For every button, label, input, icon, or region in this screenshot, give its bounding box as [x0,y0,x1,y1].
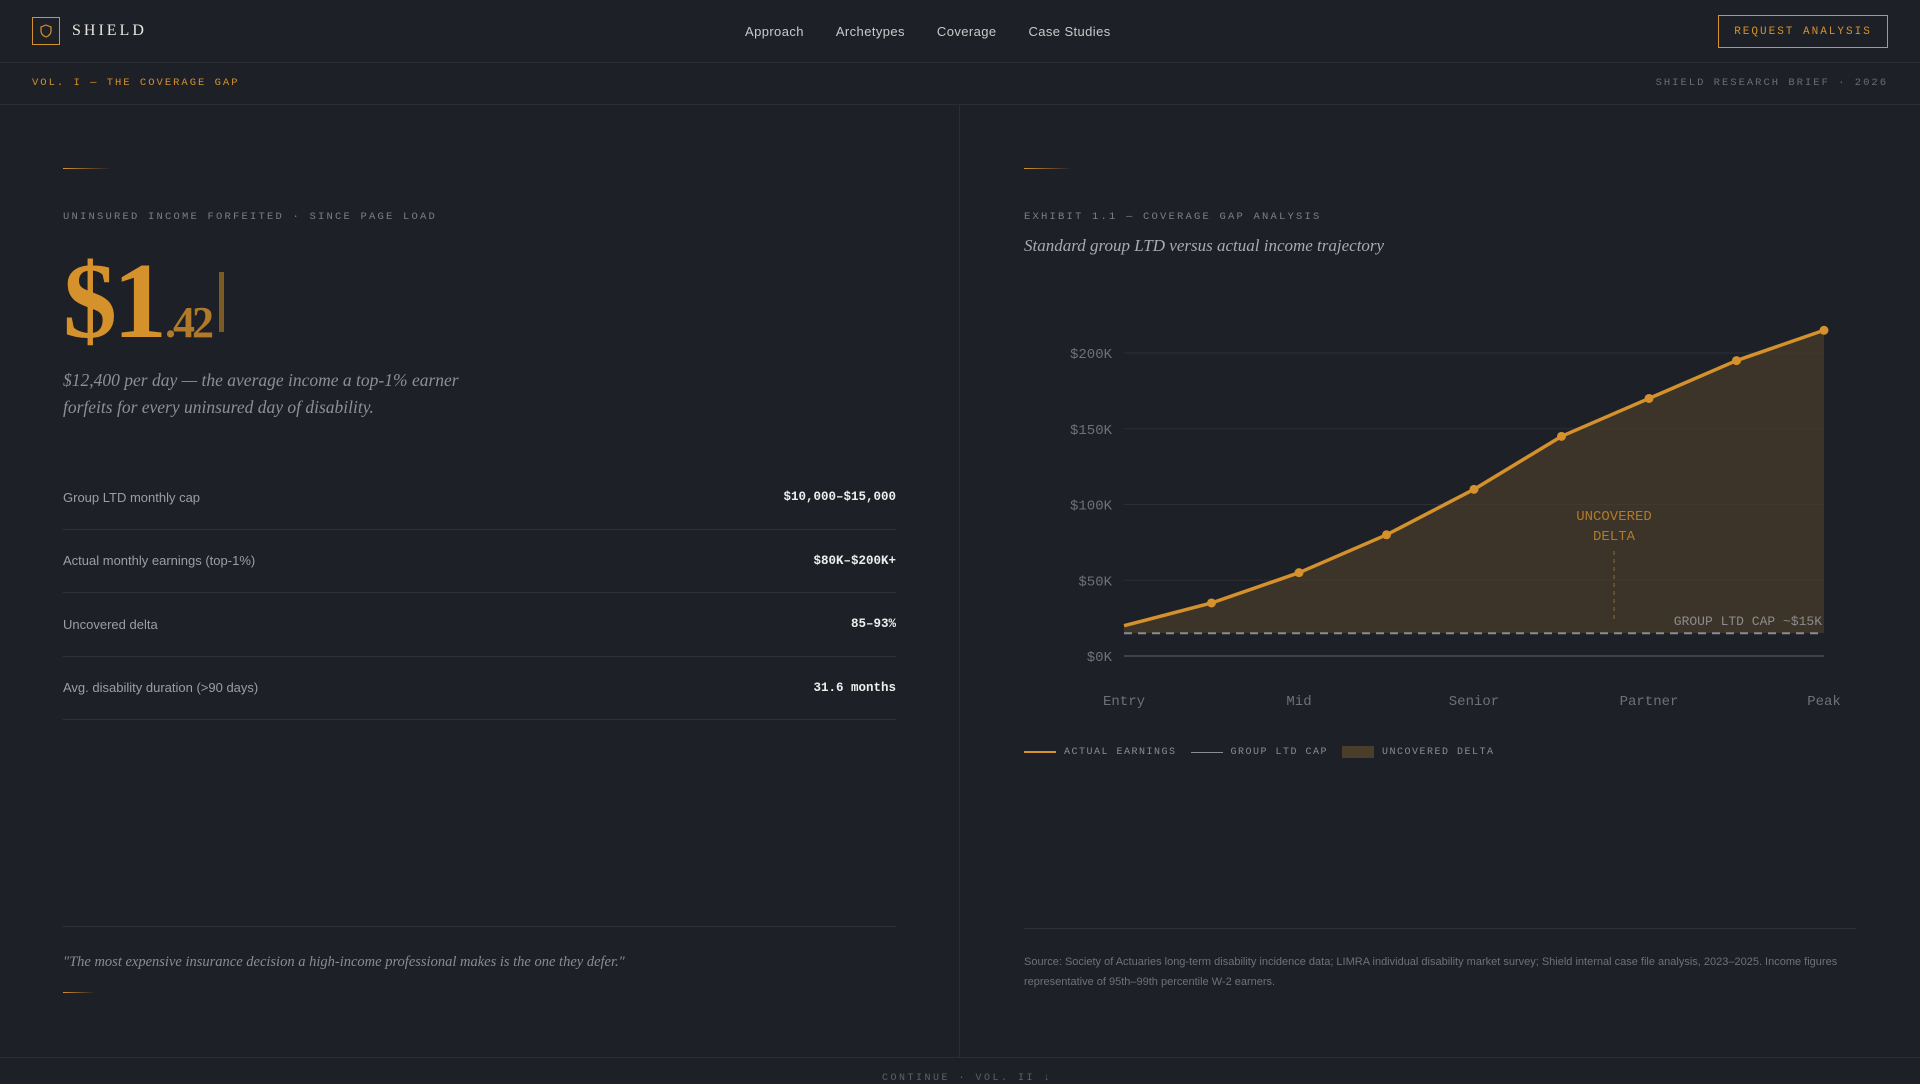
legend-swatch-cap [1190,751,1223,753]
legend-swatch-delta [1342,746,1375,758]
earnings-point [1294,568,1304,578]
x-tick-label: Mid [1286,694,1311,710]
nav-item-case-studies[interactable]: Case Studies [1028,24,1110,39]
stat-value: $10,000–$15,000 [783,490,896,505]
source-note: Source: Society of Actuaries long-term d… [1024,956,1838,988]
stat-label: Actual monthly earnings (top-1%) [63,553,256,569]
earnings-point [1644,393,1654,403]
stats-list: Group LTD monthly cap $10,000–$15,000 Ac… [63,466,896,720]
stat-value: 85–93% [850,617,896,632]
brand-name: SHIELD [72,22,147,39]
accent-divider [1024,168,1072,169]
nav-item-approach[interactable]: Approach [745,24,804,39]
counter-dollars: $1 [63,242,167,361]
volume-label: VOL. I — THE COVERAGE GAP [32,77,240,89]
stat-row: Uncovered delta 85–93% [63,593,896,657]
main-nav: Approach Archetypes Coverage Case Studie… [745,24,1111,39]
stat-row: Avg. disability duration (>90 days) 31.6… [63,657,896,720]
accent-divider [63,168,111,169]
nav-item-archetypes[interactable]: Archetypes [836,24,905,39]
legend-item-earnings: ACTUAL EARNINGS [1024,747,1177,758]
stat-row: Actual monthly earnings (top-1%) $80K–$2… [63,530,896,593]
coverage-gap-chart: $0K $50K $100K $150K $200K Entry Mid Senior Part… [1070,325,1841,710]
y-tick-label: $200K [1070,347,1113,363]
brief-label: SHIELD RESEARCH BRIEF · 2026 [1655,77,1888,89]
source-divider [1024,928,1856,929]
pull-quote: "The most expensive insurance decision a… [63,954,625,970]
earnings-point [1819,325,1829,335]
brand[interactable]: SHIELD [32,17,147,45]
y-tick-label: $100K [1070,499,1113,515]
counter-cents: .42 [165,298,214,347]
delta-annotation: UNCOVERED [1576,509,1652,525]
earnings-point [1732,356,1741,366]
counter-description: $12,400 per day — the average income a t… [63,370,459,417]
earnings-point [1557,431,1566,441]
x-tick-label: Partner [1620,694,1679,710]
chart-legend: ACTUAL EARNINGS GROUP LTD CAP UNCOVERED … [1024,746,1495,758]
shield-icon [32,17,60,45]
stat-label: Uncovered delta [63,616,158,632]
legend-label: UNCOVERED DELTA [1382,746,1495,758]
y-tick-label: $50K [1078,574,1112,590]
x-tick-label: Senior [1449,694,1499,710]
nav-item-coverage[interactable]: Coverage [937,24,997,39]
cap-annotation: GROUP LTD CAP ~$15K [1674,614,1822,629]
legend-item-delta: UNCOVERED DELTA [1342,746,1495,758]
exhibit-label: EXHIBIT 1.1 — COVERAGE GAP ANALYSIS [1024,211,1322,223]
panel-divider [959,105,960,1057]
top-navigation-bar: SHIELD Approach Archetypes Coverage Case… [0,0,1920,63]
earnings-point [1382,530,1391,540]
continue-link[interactable]: CONTINUE · VOL. II ↓ [882,1073,1052,1084]
legend-label: ACTUAL EARNINGS [1064,746,1177,758]
footer-divider [0,1057,1920,1058]
counter-label: UNINSURED INCOME FORFEITED · SINCE PAGE … [63,211,438,223]
counter-caret [219,272,224,332]
x-tick-label: Entry [1103,694,1145,710]
uncovered-delta-area [1124,330,1824,634]
quote-accent-line [63,992,95,993]
earnings-point [1469,484,1479,494]
stat-label: Avg. disability duration (>90 days) [63,680,259,696]
forfeited-counter: $1 .42 [63,248,224,356]
sub-header: VOL. I — THE COVERAGE GAP SHIELD RESEARC… [0,63,1920,105]
stat-value: $80K–$200K+ [813,553,896,568]
stat-label: Group LTD monthly cap [63,489,201,505]
y-tick-label: $150K [1070,423,1113,439]
legend-label: GROUP LTD CAP [1230,746,1329,758]
legend-swatch-earnings [1024,751,1056,753]
x-tick-label: Peak [1807,694,1841,710]
quote-divider [63,926,896,927]
exhibit-title: Standard group LTD versus actual income … [1024,236,1385,255]
legend-item-cap: GROUP LTD CAP [1190,746,1329,758]
stat-value: 31.6 months [813,680,896,695]
earnings-point [1207,598,1216,608]
request-analysis-button[interactable]: REQUEST ANALYSIS [1718,15,1888,48]
stat-row: Group LTD monthly cap $10,000–$15,000 [63,466,896,530]
delta-annotation: DELTA [1593,529,1636,545]
y-tick-label: $0K [1087,650,1113,666]
